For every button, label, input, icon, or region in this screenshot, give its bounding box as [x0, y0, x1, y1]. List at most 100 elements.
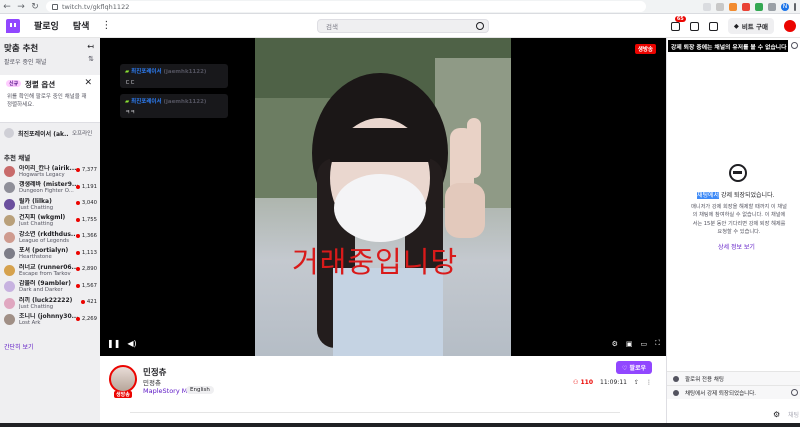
viewer-count-value: 3,040 [81, 200, 97, 206]
overlay-text: 거래중입니당 [292, 245, 459, 279]
chat-overlay-message: ▰ 최진포레이서 (jaemhk1122) ㄷㄷ [120, 64, 228, 88]
avatar [4, 215, 15, 227]
browser-toolbar: ← → ↻ twitch.tv/gkflqh1122 N [0, 0, 800, 14]
nav-browse[interactable]: 탐색 [73, 19, 90, 32]
sidebar-recommended-channel[interactable]: 러너교 (runner06... Escape from Tarkov 2,890 [0, 262, 100, 279]
player-controls-right: ⚙ ▣ ▭ ⛶ [612, 339, 660, 348]
channel-category: Dungeon Fighter O... [19, 188, 74, 195]
twitch-logo-icon[interactable] [6, 18, 20, 33]
lock-icon [52, 3, 58, 10]
fullscreen-icon[interactable]: ⛶ [655, 339, 660, 348]
sidebar-recommended-channel[interactable]: 릴카 (lilka) Just Chatting 3,040 [0, 196, 100, 213]
info-icon [673, 375, 679, 382]
notification-count: 65 [674, 15, 686, 22]
buy-bits-button[interactable]: ◆ 비트 구매 [727, 18, 774, 34]
share-icon[interactable] [703, 2, 711, 11]
sidebar-recommended-channel[interactable]: 건지피 (wkgml) Just Chatting 1,755 [0, 213, 100, 230]
left-sidebar: 맞춤 추천 ↤ 팔로우 중인 채널 ⇅ 신규 정렬 옵션 ✕ 위를 확인해 팔로… [0, 38, 100, 427]
learn-more-link[interactable]: 상세 정보 보기 [718, 242, 755, 251]
channel-category: Dark and Darker [19, 287, 63, 294]
search-placeholder: 검색 [326, 23, 338, 31]
game-link[interactable]: MapleStory M [143, 387, 187, 395]
avatar [4, 248, 15, 260]
bookmark-icon[interactable] [716, 2, 724, 11]
channel-name: 조니니 (johnny30... [19, 313, 79, 321]
menu-icon[interactable] [794, 2, 796, 11]
avatar [4, 165, 15, 177]
search-icon[interactable] [476, 22, 484, 30]
sidebar-subtitle: 팔로우 중인 채널 [4, 59, 47, 66]
avatar [4, 297, 15, 309]
viewer-count-value: 1,366 [81, 233, 97, 239]
followed-channel[interactable]: 최진포레이서 (ak... 오프라인 [0, 126, 100, 140]
video-player[interactable]: 거래중입니당 생방송 ▰ 최진포레이서 (jaemhk1122) ㄷㄷ ▰ 최진… [100, 38, 666, 356]
address-bar[interactable]: twitch.tv/gkflqh1122 [46, 1, 646, 12]
extension-icon[interactable] [755, 2, 763, 11]
channel-category: League of Legends [19, 237, 70, 244]
channel-text: 릴카 (lilka) Just Chatting [19, 198, 79, 211]
live-dot-icon [80, 300, 85, 304]
sidebar-recommended-channel[interactable]: 러끼 (luck22222) Just Chatting 421 [0, 295, 100, 312]
channel-category: Just Chatting [19, 204, 54, 211]
community-icon[interactable] [791, 42, 798, 49]
viewer-count: 1,755 [75, 217, 97, 223]
channel-category: Hearthstone [19, 254, 52, 261]
share-icon[interactable]: ⇪ [634, 379, 639, 386]
user-avatar[interactable] [784, 20, 796, 32]
volume-icon[interactable]: ◀) [127, 339, 136, 348]
sidebar-recommended-channel[interactable]: 감블러 (9ambler) Dark and Darker 1,567 [0, 279, 100, 296]
channel-name: 릴카 (lilka) [19, 197, 52, 205]
channel-avatar[interactable] [109, 365, 137, 393]
sidebar-recommended-channel[interactable]: 강소연 (rkdthdus... League of Legends 1,366 [0, 229, 100, 246]
notifications-icon[interactable]: 65 [670, 15, 686, 31]
channel-name: 강소연 (rkdthdus... [19, 230, 78, 238]
followers-only-row: 팔로워 전용 채팅 [667, 371, 800, 385]
chat-handle: (jaemhk1122) [163, 69, 207, 75]
clip-icon[interactable]: ▣ [626, 340, 633, 348]
puzzle-icon[interactable] [768, 2, 776, 11]
follow-button[interactable]: ♡ 팔로우 [615, 361, 652, 374]
avatar [4, 314, 15, 326]
pause-icon[interactable]: ❚❚ [107, 339, 120, 348]
sidebar-recommended-channel[interactable]: 조니니 (johnny30... Lost Ark 2,269 [0, 312, 100, 329]
theatre-mode-icon[interactable]: ▭ [640, 340, 647, 348]
channel-name: 러끼 (luck22222) [19, 296, 73, 304]
sidebar-recommended-channel[interactable]: 아이리_칸나 (airik... Hogwarts Legacy 7,377 [0, 163, 100, 180]
user-badge-icon: ▰ [125, 99, 130, 105]
close-icon[interactable] [791, 389, 798, 396]
chat-settings-icon[interactable]: ⚙ [773, 410, 780, 419]
sort-icon[interactable]: ⇅ [88, 55, 94, 63]
viewer-count: 2,269 [75, 316, 97, 322]
top-nav: 팔로잉 탐색 ⋮ 검색 65 ◆ 비트 구매 [0, 14, 800, 38]
chat-send-button[interactable]: 채팅 [788, 410, 799, 419]
viewer-count-value: 1,191 [81, 183, 97, 190]
channel-text: 러너교 (runner06... Escape from Tarkov [19, 264, 79, 277]
sidebar-recommended-channel[interactable]: 포셔 (portialyn) Hearthstone 1,113 [0, 246, 100, 263]
show-less-link[interactable]: 간단히 보기 [4, 342, 34, 351]
forward-icon[interactable]: → [14, 0, 28, 14]
search-input[interactable]: 검색 [317, 19, 489, 33]
inbox-icon[interactable] [689, 21, 699, 31]
ban-icon [673, 389, 679, 396]
avatar [4, 198, 15, 210]
profile-avatar[interactable]: N [781, 2, 789, 11]
more-options-icon[interactable]: ⋮ [646, 379, 652, 386]
whispers-icon[interactable] [708, 21, 718, 31]
sidebar-recommended-channel[interactable]: 갱생레바 (mister9... Dungeon Fighter O... 1,19… [0, 180, 100, 197]
reload-icon[interactable]: ↻ [28, 0, 42, 14]
more-icon[interactable]: ⋮ [101, 20, 111, 31]
avatar [4, 264, 15, 276]
stream-photo [255, 38, 511, 356]
chat-panel: 채팅에서 강제 퇴장되었습니다. 매니저가 강제 회장을 해제할 때까지 이 채… [666, 38, 800, 427]
back-icon[interactable]: ← [0, 0, 14, 14]
settings-icon[interactable]: ⚙ [612, 340, 618, 348]
channel-text: 강소연 (rkdthdus... League of Legends [19, 231, 79, 244]
nav-following[interactable]: 팔로잉 [34, 19, 59, 32]
collapse-icon[interactable]: ↤ [87, 42, 94, 51]
channel-text: 갱생레바 (mister9... Dungeon Fighter O... [19, 181, 79, 194]
language-tag[interactable]: English [186, 386, 214, 394]
extension-icon[interactable] [742, 2, 750, 11]
extension-icon[interactable] [729, 2, 737, 11]
close-icon[interactable]: ✕ [84, 78, 92, 88]
channel-category: Just Chatting [19, 221, 54, 228]
